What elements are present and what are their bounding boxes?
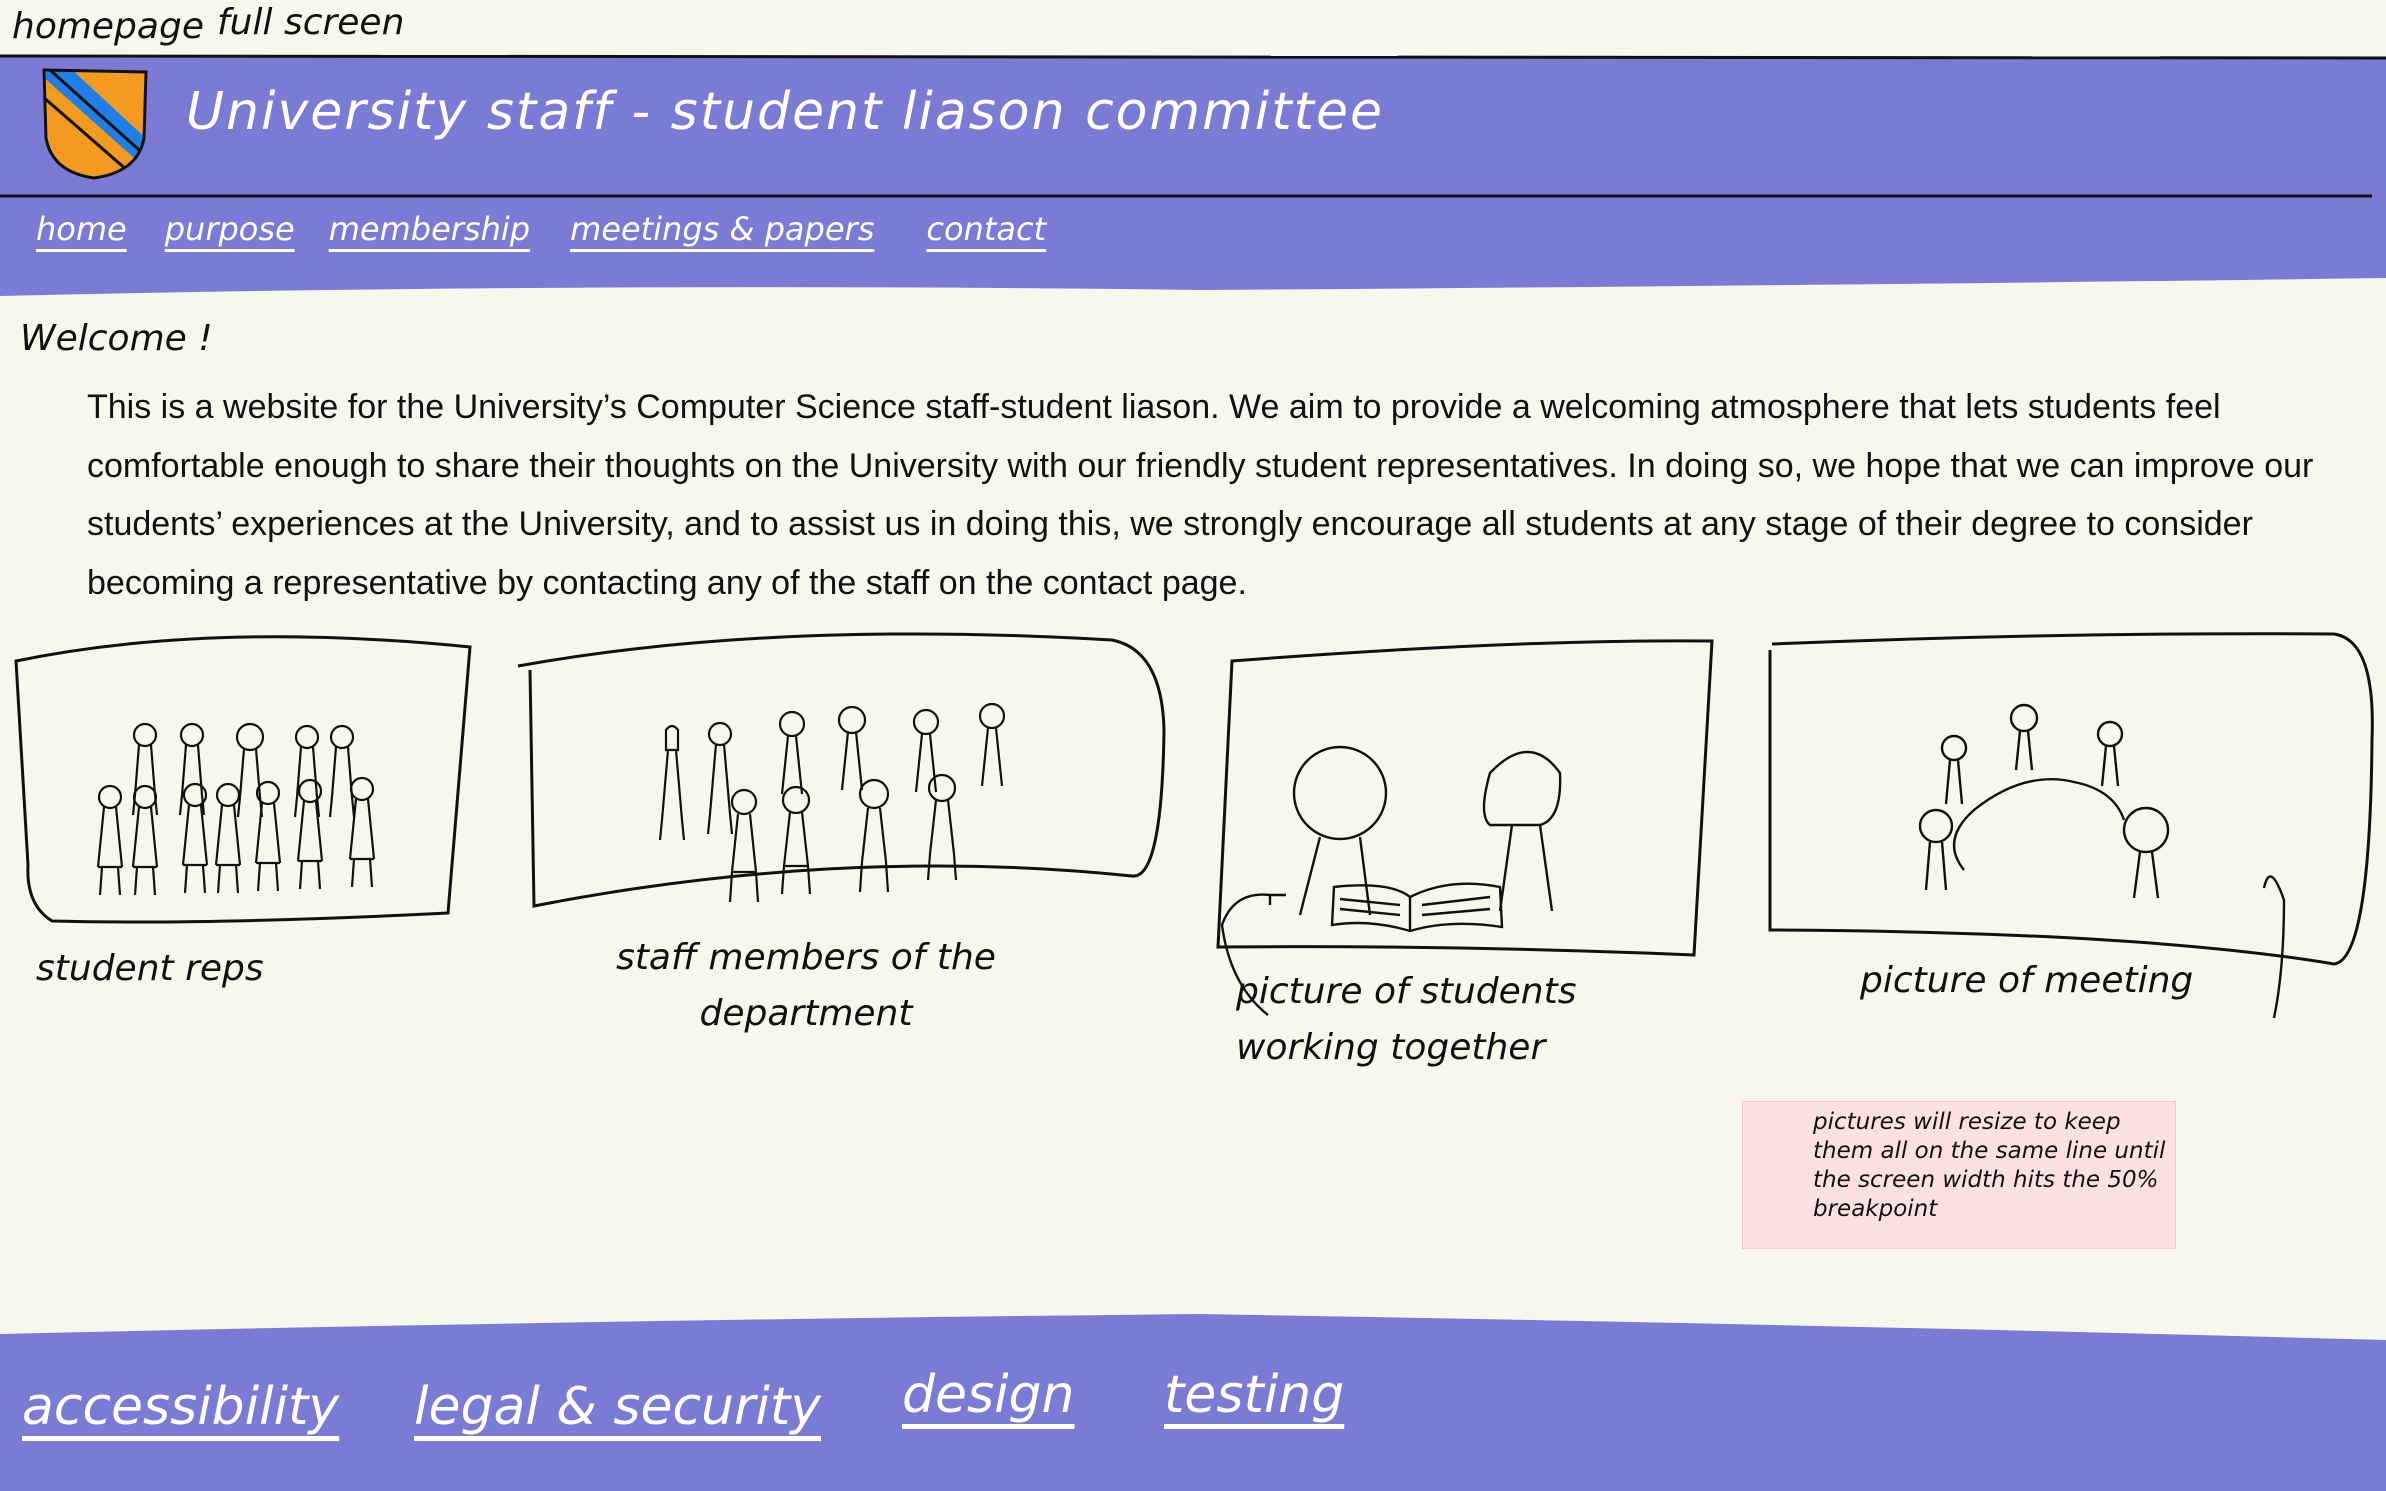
footer-design-link[interactable]: design (902, 1365, 1075, 1425)
caption-students-working: picture of students working together (1236, 971, 1577, 1068)
footer-legal-security-link[interactable]: legal & security (414, 1377, 821, 1437)
annotation-note: pictures will resize to keep them all on… (1742, 1101, 2176, 1249)
staff-members-sketch (517, 632, 1166, 908)
crest-icon (40, 66, 152, 189)
annotation-note-text: pictures will resize to keep them all on… (1813, 1109, 2166, 1222)
intro-paragraph: This is a website for the University’s C… (87, 388, 2314, 602)
panel-student-reps (10, 625, 480, 936)
footer-accessibility-link[interactable]: accessibility (22, 1377, 339, 1437)
view-label: full screen (217, 2, 405, 43)
nav-membership[interactable]: membership (329, 210, 530, 248)
main-nav: home purpose membership meetings & paper… (36, 210, 1046, 248)
caption-student-reps: student reps (36, 948, 264, 989)
welcome-heading: Welcome ! (20, 318, 213, 359)
caption-staff-members: staff members of the department (616, 937, 996, 1034)
student-reps-sketch (14, 635, 472, 924)
nav-purpose[interactable]: purpose (165, 210, 295, 248)
nav-home[interactable]: home (36, 210, 127, 248)
panel-staff-members (512, 610, 1172, 925)
nav-contact[interactable]: contact (926, 210, 1046, 248)
page-label: homepage (12, 6, 204, 47)
site-title: University staff - student liason commit… (186, 82, 1385, 142)
footer-testing-link[interactable]: testing (1164, 1365, 1344, 1425)
nav-meetings-papers[interactable]: meetings & papers (570, 210, 874, 248)
caption-meeting: picture of meeting (1860, 960, 2194, 1001)
